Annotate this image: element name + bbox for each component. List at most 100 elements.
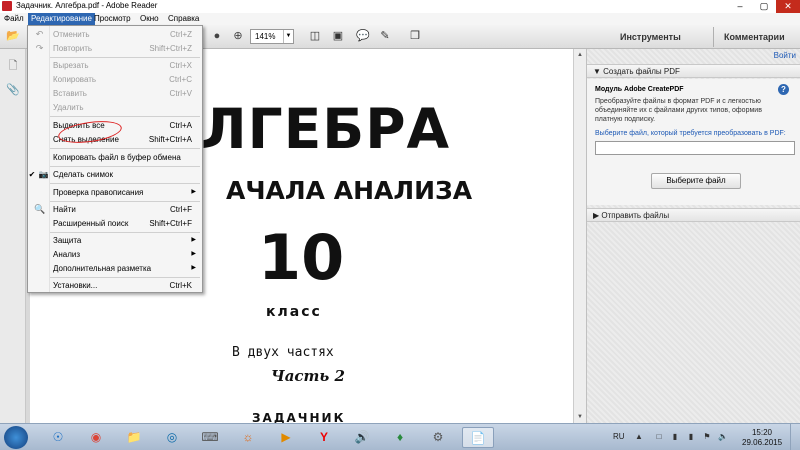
menu-item-copy[interactable]: Копировать Ctrl+C [28, 73, 202, 86]
show-hidden-icons-icon[interactable]: ▲ [634, 432, 644, 442]
menu-item-advanced-search[interactable]: Расширенный поиск Shift+Ctrl+F [28, 217, 202, 230]
edit-menu-dropdown: ↶ Отменить Ctrl+Z ↷ Повторить Shift+Ctrl… [27, 25, 203, 293]
menu-edit[interactable]: Редактирование [28, 13, 95, 25]
menu-item-delete[interactable]: Удалить [28, 101, 202, 114]
menu-item-markup[interactable]: Дополнительная разметка ▶ [28, 262, 202, 275]
highlight-icon[interactable]: ✎ [378, 29, 392, 43]
sign-icon[interactable]: ❒ [408, 29, 422, 43]
menu-item-shortcut: Ctrl+A [169, 121, 192, 130]
fit-width-icon[interactable]: ▣ [331, 29, 345, 43]
menu-item-label: Расширенный поиск [53, 219, 129, 228]
file-path-field[interactable] [595, 141, 795, 155]
grade-word: класс [266, 304, 322, 320]
vertical-scrollbar[interactable]: ▲ ▼ [573, 49, 586, 423]
menu-item-label: Защита [53, 236, 82, 245]
send-files-header[interactable]: ▶ Отправить файлы [587, 208, 800, 222]
menu-help[interactable]: Справка [165, 13, 202, 25]
grade-number: 10 [258, 221, 345, 294]
menu-separator [50, 148, 200, 149]
menu-item-spellcheck[interactable]: Проверка правописания ▶ [28, 186, 202, 199]
maximize-button[interactable]: ▢ [752, 0, 776, 13]
menu-item-label: Копировать файл в буфер обмена [53, 153, 181, 162]
zoom-out-icon[interactable]: ● [210, 29, 224, 43]
menu-item-shortcut: Shift+Ctrl+Z [149, 44, 192, 53]
scroll-up-icon[interactable]: ▲ [574, 49, 586, 61]
menu-item-protection[interactable]: Защита ▶ [28, 234, 202, 247]
comments-pane-link[interactable]: Комментарии [724, 32, 785, 42]
choose-file-button[interactable]: Выберите файл [651, 173, 741, 189]
login-link[interactable]: Войти [774, 51, 796, 60]
menu-item-shortcut: Ctrl+X [169, 61, 192, 70]
fit-page-icon[interactable]: ◫ [308, 29, 322, 43]
attachment-icon[interactable]: 📎 [6, 83, 20, 97]
help-icon[interactable]: ? [778, 84, 789, 95]
menu-item-label: Дополнительная разметка [53, 264, 152, 273]
zoom-in-icon[interactable]: ⊕ [231, 29, 245, 43]
tools-icon[interactable]: ⚙ [422, 427, 454, 448]
start-button[interactable] [4, 426, 28, 449]
battery-icon[interactable]: ▮ [670, 432, 680, 442]
hp-icon[interactable]: ◎ [156, 427, 188, 448]
menu-item-shortcut: Shift+Ctrl+A [148, 135, 192, 144]
create-pdf-body: Модуль Adobe CreatePDF ? Преобразуйте фа… [587, 79, 800, 205]
create-pdf-header[interactable]: ▼ Создать файлы PDF [587, 64, 800, 78]
minimize-button[interactable]: – [728, 0, 752, 13]
adobe-reader-icon [2, 1, 12, 11]
menu-item-label: Копировать [53, 75, 97, 84]
system-clock[interactable]: 15:20 29.06.2015 [742, 428, 782, 448]
module-title: Модуль Adobe CreatePDF [595, 86, 684, 93]
menu-item-shortcut: Shift+Ctrl+F [149, 219, 192, 228]
menu-item-find[interactable]: 🔍 Найти Ctrl+F [28, 203, 202, 216]
zoom-value: 141% [255, 32, 276, 41]
menu-separator [50, 201, 200, 202]
menu-item-analysis[interactable]: Анализ ▶ [28, 248, 202, 261]
menu-item-undo[interactable]: ↶ Отменить Ctrl+Z [28, 28, 202, 41]
menu-item-copy-file[interactable]: Копировать файл в буфер обмена [28, 151, 202, 164]
module-description: Преобразуйте файлы в формат PDF и с легк… [595, 98, 762, 123]
ie-icon[interactable]: ☉ [42, 427, 74, 448]
green-icon[interactable]: ♦ [384, 427, 416, 448]
firefox-icon[interactable]: ☼ [232, 427, 264, 448]
yandex-icon[interactable]: Y [308, 427, 340, 448]
menu-item-label: Проверка правописания [53, 188, 144, 197]
menu-view[interactable]: Просмотр [91, 13, 134, 25]
pages-icon[interactable]: 🗋 [6, 57, 20, 72]
menu-window[interactable]: Окно [137, 13, 162, 25]
volume-icon[interactable]: 🔈 [718, 432, 728, 442]
window-title: Задачник. Алгебра.pdf - Adobe Reader [16, 1, 158, 10]
open-icon[interactable]: 📂 [6, 29, 20, 43]
devices-icon[interactable]: ⌨ [194, 427, 226, 448]
menu-item-redo[interactable]: ↷ Повторить Shift+Ctrl+Z [28, 42, 202, 55]
tools-pane-link[interactable]: Инструменты [620, 32, 681, 42]
scroll-down-icon[interactable]: ▼ [574, 411, 586, 423]
media-icon[interactable]: ▶ [270, 427, 302, 448]
menu-item-cut[interactable]: Вырезать Ctrl+X [28, 59, 202, 72]
menu-item-label: Сделать снимок [53, 170, 113, 179]
comment-icon[interactable]: 💬 [356, 29, 370, 43]
zoom-input[interactable]: 141% ▼ [250, 29, 294, 44]
network-icon[interactable]: □ [654, 432, 664, 442]
menu-item-snapshot[interactable]: ✔ 📷 Сделать снимок [28, 168, 202, 181]
menu-file[interactable]: Файл [1, 13, 27, 25]
show-desktop-button[interactable] [790, 424, 800, 450]
signal-icon[interactable]: ▮ [686, 432, 696, 442]
menu-item-label: Повторить [53, 44, 93, 53]
explorer-icon[interactable]: 📁 [118, 427, 150, 448]
search-icon: 🔍 [34, 204, 46, 214]
close-button[interactable]: ✕ [776, 0, 800, 13]
clock-date: 29.06.2015 [742, 438, 783, 447]
chrome-icon[interactable]: ◉ [80, 427, 112, 448]
menu-item-preferences[interactable]: Установки... Ctrl+K [28, 279, 202, 292]
submenu-arrow-icon: ▶ [191, 251, 196, 257]
document-icon[interactable]: 📄 [462, 427, 494, 448]
choose-file-prompt: Выберите файл, который требуется преобра… [595, 130, 786, 137]
menu-bar: Файл Редактирование Просмотр Окно Справк… [0, 13, 800, 25]
flag-icon[interactable]: ⚑ [702, 432, 712, 442]
sound-icon[interactable]: 🔊 [346, 427, 378, 448]
redo-icon: ↷ [35, 43, 44, 53]
menu-separator [50, 116, 200, 117]
title-bar: Задачник. Алгебра.pdf - Adobe Reader – ▢… [0, 0, 800, 13]
chevron-down-icon[interactable]: ▼ [283, 30, 293, 43]
menu-item-paste[interactable]: Вставить Ctrl+V [28, 87, 202, 100]
language-indicator[interactable]: RU [613, 432, 625, 441]
